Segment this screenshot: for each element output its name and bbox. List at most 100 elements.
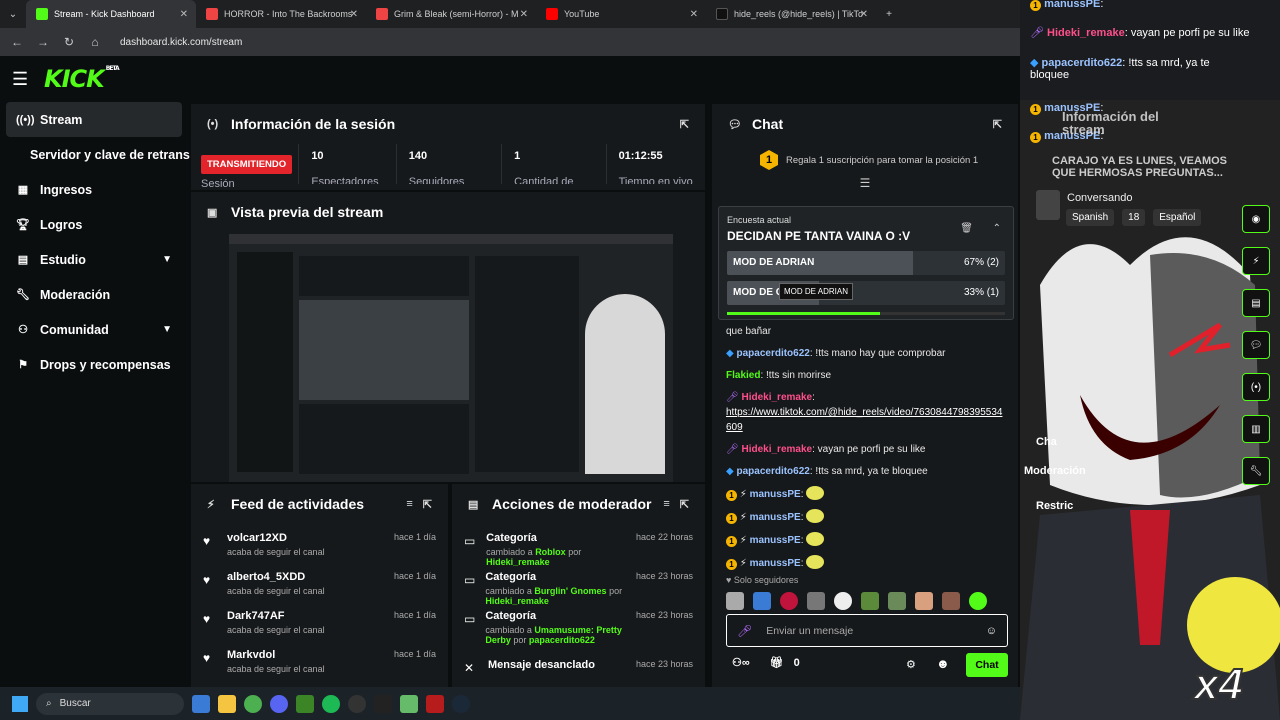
chat-link[interactable]: https://www.tiktok.com/@hide_reels/video… xyxy=(712,405,1018,435)
filter-icon[interactable]: ≡ xyxy=(406,498,412,510)
emote-icon[interactable] xyxy=(834,592,852,610)
settings-gear-icon[interactable]: ⚙ xyxy=(906,658,916,671)
action-user[interactable]: Hideki_remake xyxy=(485,596,549,606)
tab-kick-dashboard[interactable]: Stream - Kick Dashboard ✕ xyxy=(26,0,196,28)
popout-icon[interactable]: ⇱ xyxy=(423,498,432,511)
poll-option[interactable]: MOD DE C 33% (1) xyxy=(727,281,1005,305)
emote-icon[interactable] xyxy=(753,592,771,610)
tab-youtube[interactable]: YouTube ✕ xyxy=(536,0,706,28)
emote-icon[interactable] xyxy=(942,592,960,610)
tab-grim-bleak[interactable]: Grim & Bleak (semi-Horror) - M ✕ xyxy=(366,0,536,28)
action-target[interactable]: Burglin' Gnomes xyxy=(534,586,606,596)
chat-username[interactable]: Hideki_remake xyxy=(741,392,812,403)
folder-icon[interactable] xyxy=(218,694,236,713)
feed-user[interactable]: Markvdol xyxy=(227,649,325,661)
app-icon[interactable] xyxy=(192,694,210,713)
discord-icon[interactable] xyxy=(270,694,288,713)
action-user[interactable]: Hideki_remake xyxy=(486,557,550,567)
chat-bubble-icon[interactable]: 💬︎ xyxy=(1242,331,1270,359)
url-field[interactable]: dashboard.kick.com/stream xyxy=(120,37,242,48)
sidebar-item-ingresos[interactable]: ▦ Ingresos xyxy=(0,172,190,207)
feed-user[interactable]: volcar12XD xyxy=(227,532,325,544)
chat-username[interactable]: Hideki_remake xyxy=(741,444,812,455)
emoji-icon[interactable]: ☺ xyxy=(986,625,997,637)
sidebar-item-logros[interactable]: 🏆︎ Logros xyxy=(0,207,190,242)
chat-username[interactable]: manussPE xyxy=(750,512,801,523)
stream-preview-video[interactable] xyxy=(229,234,673,482)
emote-icon[interactable] xyxy=(861,592,879,610)
close-tab-icon[interactable]: ✕ xyxy=(520,9,528,20)
close-tab-icon[interactable]: ✕ xyxy=(180,9,188,20)
emote-icon[interactable] xyxy=(969,592,987,610)
sidebar-item-moderacion[interactable]: 🔧︎ Moderación xyxy=(0,277,190,312)
emote-icon[interactable] xyxy=(780,592,798,610)
close-tab-icon[interactable]: ✕ xyxy=(860,9,868,20)
hamburger-menu-icon[interactable]: ☰ xyxy=(12,69,38,90)
sidebar-item-estudio[interactable]: ▤ Estudio ▼ xyxy=(0,242,190,277)
chat-username[interactable]: manussPE xyxy=(750,489,801,500)
poll-option[interactable]: MOD DE ADRIAN 67% (2) xyxy=(727,251,1005,275)
chat-send-button[interactable]: Chat xyxy=(966,653,1008,677)
app-icon[interactable] xyxy=(374,694,392,713)
kick-favicon-icon xyxy=(36,8,48,20)
trash-icon[interactable]: 🗑︎ xyxy=(960,223,973,234)
pin-toggle-icon[interactable]: ☰ xyxy=(712,176,1018,190)
camera-icon[interactable]: ◉ xyxy=(1242,205,1270,233)
feed-user[interactable]: Dark747AF xyxy=(227,610,325,622)
chat-input[interactable]: 🎤︎ Enviar un mensaje ☺ xyxy=(726,614,1008,647)
tab-tiktok[interactable]: hide_reels (@hide_reels) | TikTo ✕ xyxy=(706,0,876,28)
broadcast-icon[interactable]: (•) xyxy=(1242,373,1270,401)
reload-icon[interactable]: ↻ xyxy=(62,35,76,49)
lightning-icon[interactable]: ⚡︎ xyxy=(1242,247,1270,275)
chrome-icon[interactable] xyxy=(244,694,262,713)
taskbar-search[interactable]: ⌕ Buscar xyxy=(36,692,184,715)
emote-icon[interactable] xyxy=(888,592,906,610)
chat-username[interactable]: papacerdito622 xyxy=(736,348,809,359)
minecraft-icon[interactable] xyxy=(296,694,314,713)
popout-icon[interactable]: ⇱ xyxy=(680,118,689,131)
sidebar-item-drops[interactable]: ⚑ Drops y recompensas xyxy=(0,347,190,382)
preview-chat xyxy=(475,256,579,472)
tab-horror-backrooms[interactable]: HORROR - Into The Backrooms ✕ xyxy=(196,0,366,28)
spotify-icon[interactable] xyxy=(322,694,340,713)
action-user[interactable]: papacerdito622 xyxy=(529,635,595,645)
chat-username[interactable]: manussPE xyxy=(750,535,801,546)
emote-icon[interactable] xyxy=(726,592,744,610)
kick-logo[interactable]: KICK BETA xyxy=(44,65,120,93)
emote-icon[interactable] xyxy=(915,592,933,610)
chat-username[interactable]: Flakied xyxy=(726,370,760,381)
tab-list-icon[interactable]: ⌄ xyxy=(0,1,26,27)
chat-username[interactable]: papacerdito622 xyxy=(736,466,809,477)
close-tab-icon[interactable]: ✕ xyxy=(690,9,698,20)
community-icon[interactable]: ⚇∞ xyxy=(732,656,750,669)
steam-icon[interactable] xyxy=(452,694,470,713)
valorant-icon[interactable] xyxy=(426,694,444,713)
obs-icon[interactable] xyxy=(348,694,366,713)
windows-start-icon[interactable] xyxy=(12,695,28,712)
forward-icon[interactable]: → xyxy=(36,35,50,49)
chevron-up-icon[interactable]: ⌃ xyxy=(993,223,1001,234)
sidebar-item-comunidad[interactable]: ⚇ Comunidad ▼ xyxy=(0,312,190,347)
preview-panel xyxy=(299,256,469,296)
gift-icon[interactable]: 🎁︎ xyxy=(770,656,784,669)
chat-username[interactable]: manussPE xyxy=(750,558,801,569)
action-target[interactable]: Roblox xyxy=(535,547,566,557)
sidebar-item-stream[interactable]: ((•)) Stream xyxy=(6,102,182,137)
server-icon[interactable]: ▥ xyxy=(1242,415,1270,443)
emote-picker-icon[interactable]: ☻ xyxy=(936,656,950,671)
wrench-icon[interactable]: 🔧︎ xyxy=(1242,457,1270,485)
popout-icon[interactable]: ⇱ xyxy=(680,498,689,511)
back-icon[interactable]: ← xyxy=(10,35,24,49)
gift-sub-banner[interactable]: 1 Regala 1 suscripción para tomar la pos… xyxy=(712,144,1018,170)
feed-user[interactable]: alberto4_5XDD xyxy=(227,571,325,583)
filter-icon[interactable]: ≡ xyxy=(663,498,669,510)
sidebar-item-server-key[interactable]: Servidor y clave de retransmisión xyxy=(0,137,190,172)
mic-icon[interactable]: 🎤︎ xyxy=(737,624,752,638)
app-icon[interactable] xyxy=(400,694,418,713)
popout-icon[interactable]: ⇱ xyxy=(993,118,1002,131)
emote-icon[interactable] xyxy=(807,592,825,610)
close-tab-icon[interactable]: ✕ xyxy=(350,9,358,20)
document-icon[interactable]: ▤ xyxy=(1242,289,1270,317)
home-icon[interactable]: ⌂ xyxy=(88,35,102,49)
new-tab-icon[interactable]: + xyxy=(876,1,902,27)
